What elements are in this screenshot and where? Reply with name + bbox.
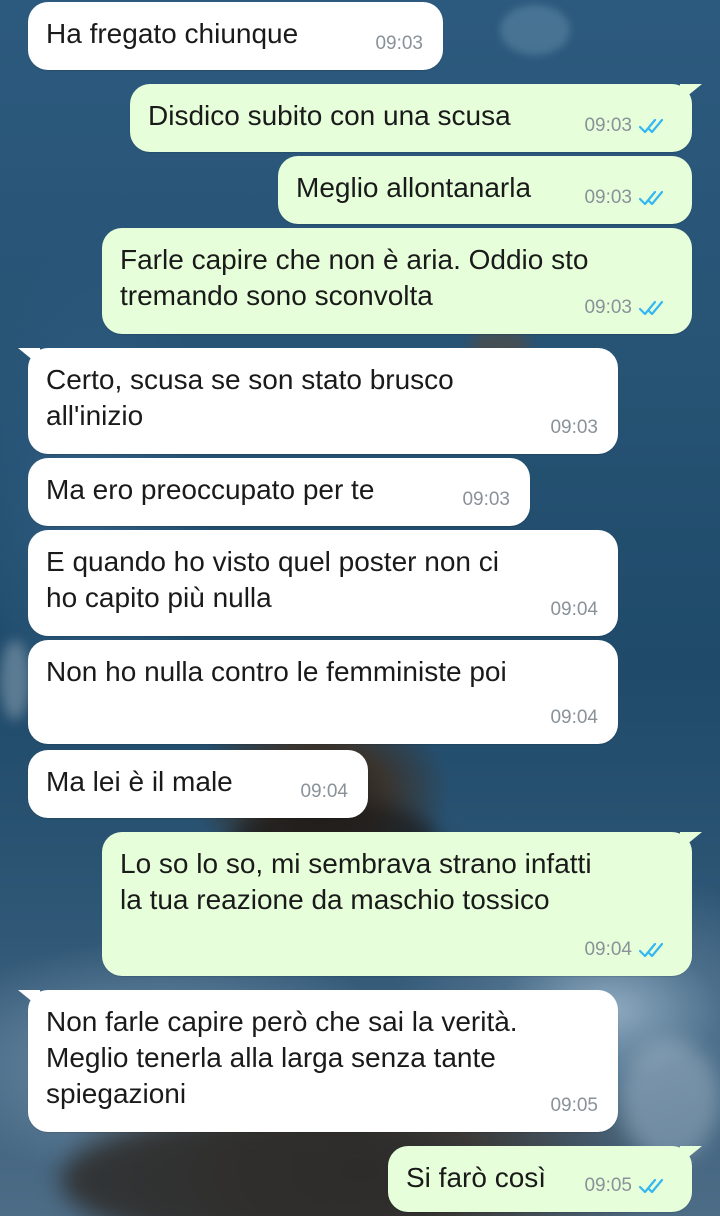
message-time: 09:03 bbox=[584, 115, 632, 136]
message-time: 09:03 bbox=[550, 417, 598, 438]
double-check-read-icon bbox=[638, 300, 664, 316]
message-time: 09:03 bbox=[462, 489, 510, 510]
message-time: 09:05 bbox=[550, 1095, 598, 1116]
message-bubble-incoming[interactable]: E quando ho visto quel poster non ci ho … bbox=[28, 530, 618, 636]
message-time: 09:04 bbox=[300, 781, 348, 802]
message-time: 09:04 bbox=[550, 707, 598, 728]
double-check-read-icon bbox=[638, 118, 664, 134]
message-bubble-incoming[interactable]: Non ho nulla contro le femministe poi 09… bbox=[28, 640, 618, 744]
message-time: 09:04 bbox=[550, 599, 598, 620]
message-bubble-outgoing[interactable]: Farle capire che non è aria. Oddio sto t… bbox=[102, 228, 692, 334]
message-bubble-incoming[interactable]: Non farle capire però che sai la verità.… bbox=[18, 990, 618, 1132]
message-text: E quando ho visto quel poster non ci ho … bbox=[46, 546, 499, 613]
message-time: 09:03 bbox=[584, 297, 632, 318]
message-bubble-outgoing[interactable]: Disdico subito con una scusa 09:03 bbox=[130, 84, 702, 152]
message-bubble-outgoing[interactable]: Si farò così 09:05 bbox=[388, 1146, 702, 1212]
message-bubble-incoming[interactable]: Ma lei è il male 09:04 bbox=[28, 750, 368, 818]
message-bubble-incoming[interactable]: Certo, scusa se son stato brusco all'ini… bbox=[18, 348, 618, 454]
message-text: Non ho nulla contro le femministe poi bbox=[46, 656, 507, 687]
message-time: 09:04 bbox=[584, 939, 632, 960]
message-text: Non farle capire però che sai la verità.… bbox=[46, 1006, 518, 1109]
double-check-read-icon bbox=[638, 942, 664, 958]
message-text: Ma ero preoccupato per te bbox=[46, 474, 375, 505]
message-bubble-outgoing[interactable]: Meglio allontanarla 09:03 bbox=[278, 156, 692, 224]
message-bubble-incoming[interactable]: Ma ero preoccupato per te 09:03 bbox=[28, 458, 530, 526]
message-time: 09:05 bbox=[584, 1175, 632, 1196]
message-text: Ha fregato chiunque bbox=[46, 18, 299, 49]
message-time: 09:03 bbox=[375, 33, 423, 54]
message-text: Certo, scusa se son stato brusco all'ini… bbox=[46, 364, 454, 431]
message-time: 09:03 bbox=[584, 187, 632, 208]
double-check-read-icon bbox=[638, 1178, 664, 1194]
message-bubble-outgoing[interactable]: Lo so lo so, mi sembrava strano infatti … bbox=[102, 832, 702, 976]
message-text: Lo so lo so, mi sembrava strano infatti … bbox=[120, 848, 592, 915]
message-bubble-incoming[interactable]: Ha fregato chiunque 09:03 bbox=[28, 2, 443, 70]
double-check-read-icon bbox=[638, 190, 664, 206]
